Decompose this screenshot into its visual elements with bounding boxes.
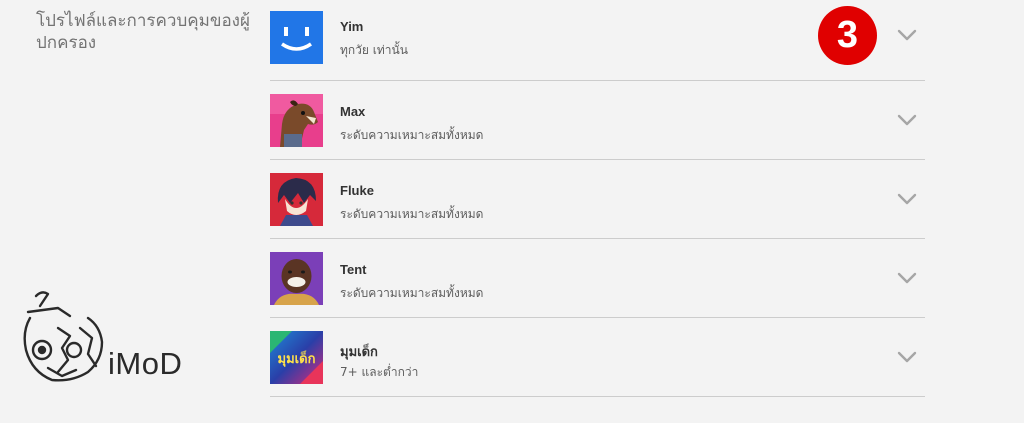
profile-rating: ระดับความเหมาะสมทั้งหมด [340, 128, 484, 142]
profile-rating: 7+ และต่ำกว่า [340, 365, 419, 379]
profile-list: Yim ทุกวัย เท่านั้น Max ระดับความเหมาะสม… [270, 0, 925, 397]
profile-row-fluke[interactable]: Fluke ระดับความเหมาะสมทั้งหมด [270, 160, 925, 239]
profile-name: Yim [340, 19, 364, 34]
profile-row-tent[interactable]: Tent ระดับความเหมาะสมทั้งหมด [270, 239, 925, 318]
profile-name: Max [340, 104, 366, 119]
profile-name: Tent [340, 262, 367, 277]
profile-row-kids[interactable]: มุมเด็ก มุมเด็ก 7+ และต่ำกว่า [270, 318, 925, 397]
profile-rating: ระดับความเหมาะสมทั้งหมด [340, 286, 484, 300]
chevron-down-icon[interactable] [897, 113, 917, 127]
imod-watermark-text: iMoD [108, 346, 183, 381]
man-portrait-avatar-icon[interactable] [270, 252, 323, 305]
step-number-badge: 3 [818, 6, 877, 65]
profile-rating: ระดับความเหมาะสมทั้งหมด [340, 207, 484, 221]
chevron-down-icon[interactable] [897, 192, 917, 206]
kids-avatar-icon[interactable]: มุมเด็ก [270, 331, 323, 384]
section-title: โปรไฟล์และการควบคุมของผู้ปกครอง [36, 11, 250, 53]
chevron-down-icon[interactable] [897, 28, 917, 42]
chevron-down-icon[interactable] [897, 271, 917, 285]
profile-name: Fluke [340, 183, 374, 198]
kids-avatar-label: มุมเด็ก [278, 349, 316, 367]
chevron-down-icon[interactable] [897, 350, 917, 364]
profile-rating: ทุกวัย เท่านั้น [340, 43, 408, 57]
horse-cartoon-avatar-icon[interactable] [270, 94, 323, 147]
profile-name: มุมเด็ก [340, 344, 378, 359]
smiley-avatar-icon[interactable] [270, 11, 323, 64]
profile-row-max[interactable]: Max ระดับความเหมาะสมทั้งหมด [270, 81, 925, 160]
anime-character-avatar-icon[interactable] [270, 173, 323, 226]
